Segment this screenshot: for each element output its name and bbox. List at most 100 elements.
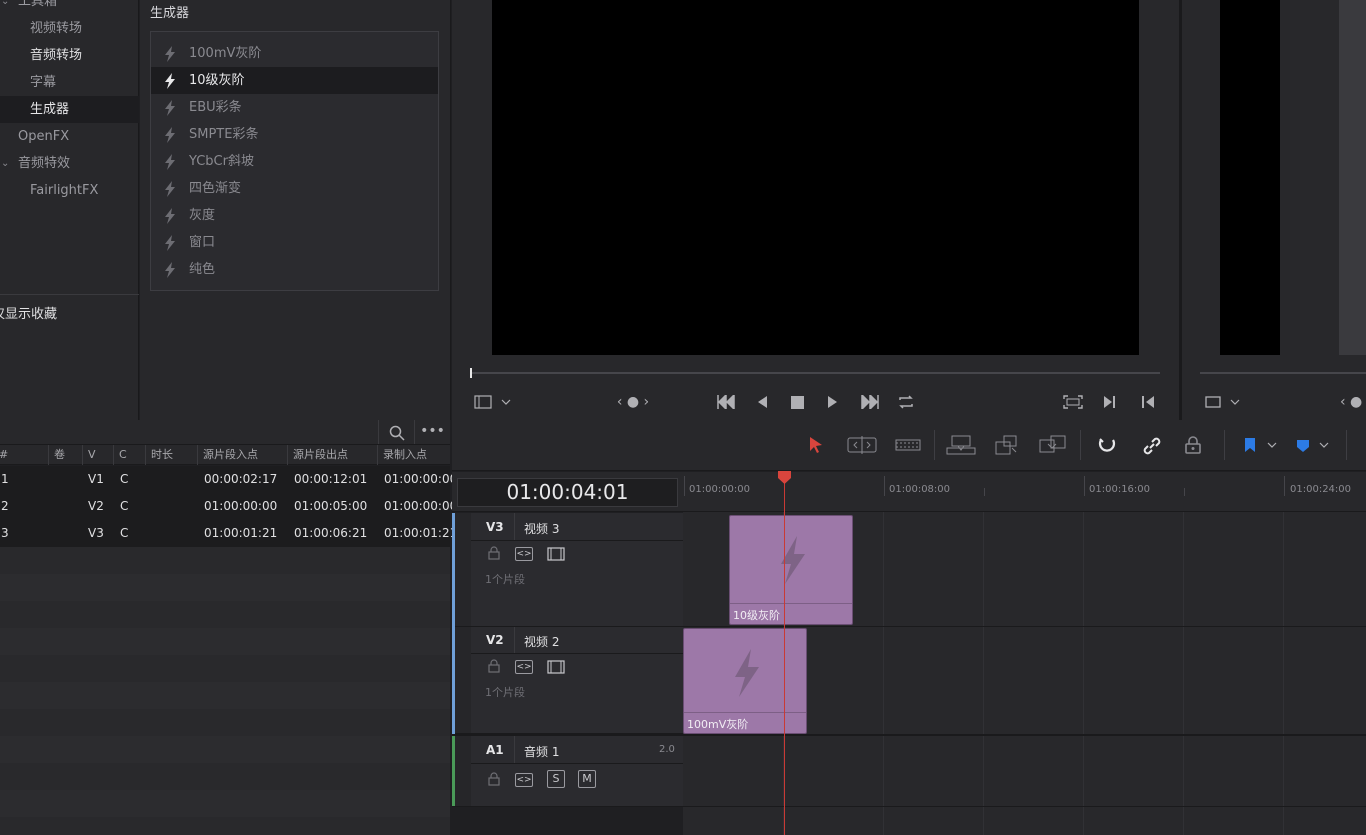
source-scrubber[interactable] [470,372,1160,374]
column-header[interactable]: C [113,445,145,465]
insert-clip-icon[interactable] [946,434,976,456]
column-header[interactable]: V [82,445,112,465]
solo-button[interactable]: S [547,770,565,788]
timeline-clip[interactable]: 100mV灰阶 [683,628,807,734]
tree-item-titles[interactable]: 字幕 [0,69,139,96]
tree-item-generators[interactable]: 生成器 [0,96,139,123]
grid-line [883,512,884,835]
jog-control-timeline[interactable]: ‹ ● [1340,393,1366,411]
cell: C [120,472,129,486]
lightning-icon [165,154,175,170]
lock-icon[interactable] [488,546,500,560]
tree-item-video-transitions[interactable]: 视频转场 [0,15,139,42]
skip-to-start-icon[interactable] [716,395,736,409]
track-name[interactable]: 视频 3 [524,520,559,537]
jog-control[interactable]: ‹ ● › [610,393,656,411]
more-options-button[interactable]: ••• [414,420,450,444]
timeline-clip[interactable]: 10级灰阶 [729,515,853,625]
generator-name: 10级灰阶 [189,73,245,88]
link-icon[interactable] [1142,436,1162,456]
selection-arrow-icon[interactable] [808,436,824,454]
generator-item[interactable]: EBU彩条 [151,94,438,121]
viewer-mode-icon[interactable] [474,395,514,409]
source-viewer[interactable] [492,0,1139,355]
generator-item[interactable]: 四色渐变 [151,175,438,202]
play-reverse-icon[interactable] [756,395,768,409]
stop-icon[interactable] [791,396,804,409]
track-name[interactable]: 视频 2 [524,633,559,650]
timeline-timecode[interactable]: 01:00:04:01 [457,478,678,507]
generator-name: 纯色 [189,262,216,277]
disable-track-icon[interactable] [547,660,565,674]
edit-index-body: 1 V1 C 00:00:02:17 00:00:12:01 01:00:00:… [0,466,457,835]
column-header[interactable]: 源片段入点 [197,445,287,465]
cell: 01:00:01:21 [204,526,278,540]
viewer-options-icon[interactable] [1205,395,1245,409]
next-edit-icon[interactable] [1103,395,1117,409]
generator-item[interactable]: YCbCr斜坡 [151,148,438,175]
tree-item-label: 工具箱 [18,0,58,9]
timeline-viewer[interactable] [1220,0,1280,355]
previous-edit-icon[interactable] [1141,395,1155,409]
cell: V3 [88,526,104,540]
column-header[interactable]: 卷 [48,445,80,465]
table-row[interactable]: 2 V2 C 01:00:00:00 01:00:05:00 01:00:00:… [0,493,457,520]
timeline-scrubber[interactable] [1200,372,1366,374]
disable-track-icon[interactable] [547,547,565,561]
table-row[interactable]: 1 V1 C 00:00:02:17 00:00:12:01 01:00:00:… [0,466,457,493]
table-row[interactable]: 3 V3 C 01:00:01:21 01:00:06:21 01:00:01:… [0,520,457,547]
generator-item[interactable]: 10级灰阶 [151,67,438,94]
marker-icon[interactable] [1296,437,1332,455]
tree-item-audio-fx[interactable]: ⌄ 音频特效 [0,150,139,177]
flag-icon[interactable] [1244,437,1278,455]
generator-item[interactable]: 灰度 [151,202,438,229]
divider [471,540,683,541]
tree-item-openfx[interactable]: OpenFX [0,123,139,150]
playhead-line[interactable] [784,478,785,835]
generator-item[interactable]: 窗口 [151,229,438,256]
divider [514,736,515,763]
lightning-icon [165,262,175,278]
trim-icon[interactable] [847,436,877,454]
ruler-label: 01:00:16:00 [1089,484,1151,495]
generator-item[interactable]: 100mV灰阶 [151,40,438,67]
cell: 01:00:00:00 [204,499,278,513]
generator-name: 灰度 [189,208,216,223]
track-name[interactable]: 音频 1 [524,743,559,760]
generator-item[interactable]: SMPTE彩条 [151,121,438,148]
play-icon[interactable] [827,395,839,409]
auto-select-icon[interactable]: <> [515,547,533,561]
generator-name: 四色渐变 [189,181,242,196]
loop-icon[interactable] [897,394,915,410]
auto-select-icon[interactable]: <> [515,660,533,674]
tree-item-audio-transitions[interactable]: 音频转场 [0,42,139,69]
lock-icon[interactable] [1184,435,1202,455]
column-header[interactable]: 源片段出点 [287,445,377,465]
replace-clip-icon[interactable] [1038,434,1068,456]
snap-icon[interactable] [1097,436,1117,456]
mute-button[interactable]: M [578,770,596,788]
playhead-handle[interactable] [777,471,792,485]
generator-item[interactable]: 纯色 [151,256,438,283]
column-header[interactable]: 时长 [145,445,197,465]
overwrite-clip-icon[interactable] [994,434,1020,456]
lock-icon[interactable] [488,659,500,673]
ruler-label: 01:00:24:00 [1290,484,1352,495]
search-button[interactable] [378,420,414,444]
track-left-column [455,736,471,806]
generator-name: YCbCr斜坡 [189,154,254,169]
match-frame-icon[interactable] [1063,395,1083,409]
dynamic-trim-icon[interactable] [895,436,921,454]
column-header[interactable]: 录制入点 [377,445,450,465]
tree-item-fairlightfx[interactable]: FairlightFX [0,177,139,204]
tree-item-label: OpenFX [18,129,70,144]
skip-to-end-icon[interactable] [860,395,880,409]
generator-panel-title: 生成器 [150,6,190,21]
source-scrubber-head[interactable] [470,368,472,378]
tree-item-toolbox[interactable]: ⌄ 工具箱 [0,0,139,15]
empty-row [0,763,450,790]
lock-icon[interactable] [488,772,500,786]
auto-select-icon[interactable]: <> [515,773,533,787]
column-header[interactable]: # [0,445,48,465]
favorites-only-toggle[interactable]: 仅显示收藏 [0,303,57,322]
